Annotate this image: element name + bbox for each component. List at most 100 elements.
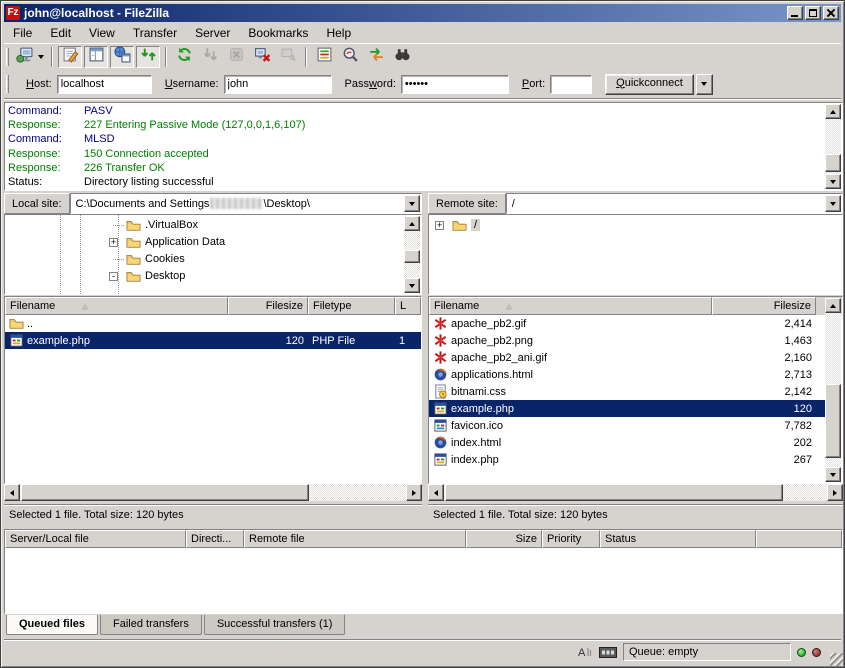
file-row-example-php[interactable]: example.php120PHP File1 (5, 332, 421, 349)
column-header-l[interactable]: L (395, 297, 421, 315)
file-cell: index.html (429, 434, 712, 451)
queue-column-server-local-file[interactable]: Server/Local file (5, 530, 186, 548)
queue-column-directi[interactable]: Directi... (186, 530, 244, 548)
disconnect-button[interactable] (250, 46, 274, 68)
scroll-up-button[interactable] (404, 216, 420, 231)
collapse-icon[interactable]: - (109, 272, 118, 281)
tab-successful-transfers-1[interactable]: Successful transfers (1) (204, 615, 346, 635)
compare-button[interactable] (338, 46, 362, 68)
toolbar-separator (51, 47, 53, 67)
expand-icon[interactable]: + (435, 221, 444, 230)
password-input[interactable] (401, 75, 509, 94)
combo-dropdown-button[interactable] (825, 195, 841, 212)
file-row-favicon-ico[interactable]: favicon.ico7,782 (429, 417, 826, 434)
remote-site-combobox[interactable]: / (506, 193, 843, 214)
resize-grip[interactable] (830, 653, 843, 666)
username-input[interactable] (224, 75, 332, 94)
tab-queued-files[interactable]: Queued files (6, 615, 98, 635)
file-cell-text: apache_pb2_ani.gif (451, 352, 547, 364)
file-row-bitnami-css[interactable]: bitnami.css2,142 (429, 383, 826, 400)
scroll-down-button[interactable] (404, 278, 420, 293)
tree-item-cookies[interactable]: Cookies (5, 251, 421, 268)
tree-item-application-data[interactable]: +Application Data (5, 234, 421, 251)
quickconnect-dropdown-button[interactable] (696, 74, 713, 95)
reconnect-button[interactable] (276, 46, 300, 68)
scroll-right-button[interactable] (827, 484, 843, 501)
column-header-filename[interactable]: Filename (5, 297, 228, 315)
site-row: Remote site:/ (428, 193, 843, 214)
local-tree-vertical-scrollbar[interactable] (404, 216, 420, 293)
remote-list-vertical-scrollbar[interactable] (825, 298, 841, 482)
column-header-filetype[interactable]: Filetype (308, 297, 395, 315)
cancel-button[interactable] (224, 46, 248, 68)
toggle-queue-button[interactable] (136, 46, 160, 68)
remote-list-horizontal-scrollbar[interactable] (428, 484, 843, 501)
column-header-filename[interactable]: Filename (429, 297, 712, 315)
tab-failed-transfers[interactable]: Failed transfers (100, 615, 202, 635)
queue-column-status[interactable]: Status (600, 530, 756, 548)
scrollbar-thumb[interactable] (825, 384, 841, 458)
queue-column-priority[interactable]: Priority (542, 530, 600, 548)
menu-file[interactable]: File (4, 24, 41, 42)
file-cell: favicon.ico (429, 417, 712, 434)
process-queue-button[interactable] (198, 46, 222, 68)
maximize-button[interactable] (805, 6, 821, 20)
menu-bookmarks[interactable]: Bookmarks (239, 24, 317, 42)
menu-transfer[interactable]: Transfer (124, 24, 186, 42)
host-input[interactable] (57, 75, 152, 94)
minimize-button[interactable] (787, 6, 803, 20)
scroll-up-button[interactable] (825, 298, 841, 313)
scrollbar-thumb[interactable] (21, 484, 309, 501)
menu-help[interactable]: Help (317, 24, 360, 42)
file-row-applications-html[interactable]: applications.html2,713 (429, 366, 826, 383)
scroll-left-button[interactable] (4, 484, 20, 501)
file-row-apache-pb2-ani-gif[interactable]: apache_pb2_ani.gif2,160 (429, 349, 826, 366)
site-manager-button[interactable] (14, 46, 46, 68)
file-row-apache-pb2-gif[interactable]: apache_pb2.gif2,414 (429, 315, 826, 332)
scroll-up-button[interactable] (825, 104, 841, 119)
toggle-log-button[interactable] (58, 46, 82, 68)
queue-column-remote-file[interactable]: Remote file (244, 530, 466, 548)
menu-edit[interactable]: Edit (41, 24, 80, 42)
menu-view[interactable]: View (80, 24, 124, 42)
scroll-down-button[interactable] (825, 174, 841, 189)
quickconnect-button[interactable]: Quickconnect (605, 74, 694, 95)
find-button[interactable] (390, 46, 414, 68)
scroll-right-button[interactable] (406, 484, 422, 501)
filter-button[interactable] (312, 46, 336, 68)
file-row-index-php[interactable]: index.php267 (429, 451, 826, 468)
site-row: Local site:C:\Documents and Settings\Des… (4, 193, 422, 214)
close-button[interactable] (823, 6, 839, 20)
port-input[interactable] (550, 75, 592, 94)
local-list-horizontal-scrollbar[interactable] (4, 484, 422, 501)
tree-item-[interactable]: +/ (429, 217, 842, 234)
scrollbar-thumb[interactable] (445, 484, 783, 501)
local-site-combobox[interactable]: C:\Documents and Settings\Desktop\ (70, 193, 422, 214)
log-vertical-scrollbar[interactable] (825, 104, 841, 189)
column-header-filesize[interactable]: Filesize (712, 297, 816, 315)
file-row-index-html[interactable]: index.html202 (429, 434, 826, 451)
menu-server[interactable]: Server (186, 24, 239, 42)
file-row-apache-pb2-png[interactable]: apache_pb2.png1,463 (429, 332, 826, 349)
toggle-local-tree-button[interactable] (84, 46, 108, 68)
sync-browse-button[interactable] (364, 46, 388, 68)
file-cell-text: 120 (794, 403, 812, 415)
file-row-example-php[interactable]: example.php120 (429, 400, 826, 417)
queue-column-size[interactable]: Size (466, 530, 542, 548)
column-header-filesize[interactable]: Filesize (228, 297, 308, 315)
refresh-button[interactable] (172, 46, 196, 68)
toggle-remote-tree-button[interactable] (110, 46, 134, 68)
quickconnect-grip[interactable] (6, 75, 9, 93)
expand-icon[interactable]: + (109, 238, 118, 247)
dropdown-arrow-icon[interactable] (38, 55, 44, 59)
scroll-down-button[interactable] (825, 467, 841, 482)
toolbar-grip[interactable] (6, 48, 9, 66)
combo-dropdown-button[interactable] (404, 195, 420, 212)
scroll-left-button[interactable] (428, 484, 444, 501)
tree-item-desktop[interactable]: -Desktop (5, 268, 421, 285)
scrollbar-thumb[interactable] (404, 250, 420, 263)
filezilla-window: Fz john@localhost - FileZilla FileEditVi… (0, 0, 845, 668)
file-row-[interactable]: .. (5, 315, 421, 332)
tree-item-virtualbox[interactable]: .VirtualBox (5, 217, 421, 234)
scrollbar-thumb[interactable] (825, 154, 841, 172)
